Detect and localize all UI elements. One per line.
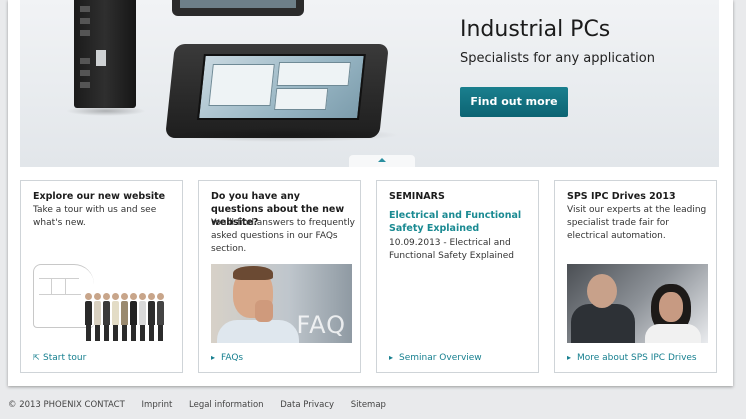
link-label: Seminar Overview [399, 353, 482, 363]
card-text: Visit our experts at the leading special… [567, 205, 707, 241]
card-faq: Do you have any questions about the new … [198, 180, 361, 373]
link-label: Start tour [43, 353, 87, 363]
sps-ipc-drives-link[interactable]: ▸ More about SPS IPC Drives [567, 353, 697, 363]
faqs-link[interactable]: ▸ FAQs [211, 353, 243, 363]
footer: © 2013 PHOENIX CONTACT Imprint Legal inf… [8, 400, 400, 410]
footer-link-imprint[interactable]: Imprint [142, 400, 173, 410]
card-title: Explore our new website [33, 191, 166, 202]
industrial-tablet-image [165, 44, 389, 138]
card-text: Take a tour with us and see what's new. [33, 205, 157, 228]
faq-image-label: FAQ [296, 311, 346, 339]
panel-pc-image [172, 0, 304, 16]
card-text: You'll find answers to frequently asked … [211, 218, 355, 254]
card-title: SEMINARS [389, 191, 445, 202]
trade-fair-image [567, 264, 708, 343]
faq-image: FAQ [211, 264, 352, 343]
card-sps-ipc-drives: SPS IPC Drives 2013 Visit our experts at… [554, 180, 717, 373]
seminar-highlight-link[interactable]: Electrical and Functional Safety Explain… [389, 209, 529, 235]
link-label: More about SPS IPC Drives [577, 353, 697, 363]
card-text: 10.09.2013 - Electrical and Functional S… [389, 238, 515, 261]
hero-title: Industrial PCs [460, 17, 611, 42]
external-link-icon: ⇱ [33, 353, 40, 362]
team-with-bus-image [33, 264, 174, 343]
start-tour-link[interactable]: ⇱ Start tour [33, 353, 86, 363]
arrow-right-icon: ▸ [567, 353, 572, 362]
arrow-right-icon: ▸ [211, 353, 216, 362]
copyright-text: © 2013 PHOENIX CONTACT [8, 400, 125, 410]
chevron-up-icon [378, 158, 386, 162]
hero-collapse-tab[interactable] [349, 155, 415, 167]
link-label: FAQs [221, 353, 244, 363]
hero-banner: Industrial PCs Specialists for any appli… [20, 0, 719, 167]
footer-link-sitemap[interactable]: Sitemap [351, 400, 386, 410]
industrial-pc-tower-image [74, 0, 136, 108]
seminar-overview-link[interactable]: ▸ Seminar Overview [389, 353, 482, 363]
footer-link-data-privacy[interactable]: Data Privacy [280, 400, 334, 410]
card-seminars: SEMINARS Electrical and Functional Safet… [376, 180, 539, 373]
arrow-right-icon: ▸ [389, 353, 394, 362]
card-explore-website: Explore our new website Take a tour with… [20, 180, 183, 373]
card-title: SPS IPC Drives 2013 [567, 191, 676, 202]
page-container: Industrial PCs Specialists for any appli… [8, 0, 733, 386]
hero-subtitle: Specialists for any application [460, 51, 655, 66]
footer-link-legal-information[interactable]: Legal information [189, 400, 264, 410]
find-out-more-button[interactable]: Find out more [460, 87, 568, 117]
